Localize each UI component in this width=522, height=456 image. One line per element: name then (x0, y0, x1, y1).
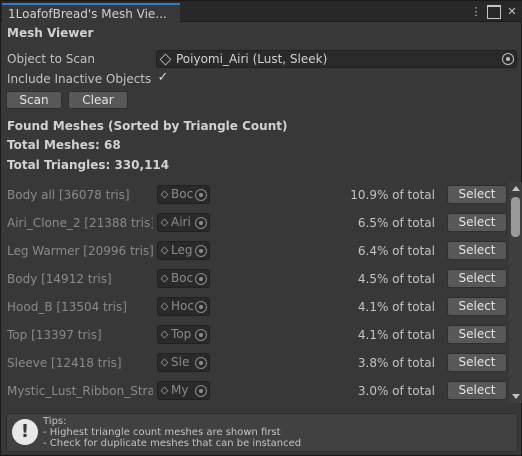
mesh-object-field[interactable]: Sle (157, 353, 210, 372)
object-picker-icon[interactable] (195, 357, 207, 369)
tips-help-box: ! Tips: - Highest triangle count meshes … (6, 413, 518, 452)
mesh-object-field[interactable]: Boc (157, 269, 210, 288)
scroll-down-icon[interactable] (512, 394, 520, 399)
list-item: Top [13397 tris] Top 4.1% of total Selec… (1, 322, 509, 350)
list-item: Body all [36078 tris] Boc 10.9% of total… (1, 182, 509, 210)
object-picker-icon[interactable] (195, 273, 207, 285)
mesh-name: Body all [36078 tris] (7, 188, 130, 202)
scroll-up-icon[interactable] (512, 186, 520, 191)
total-triangles-label: Total Triangles: 330,114 (7, 158, 170, 172)
mesh-object-field[interactable]: Airi (157, 213, 210, 232)
vertical-scrollbar[interactable] (509, 182, 522, 403)
window-controls: ⋮ ✕ (469, 4, 519, 20)
clear-button[interactable]: Clear (68, 91, 128, 109)
close-icon[interactable]: ✕ (505, 5, 519, 19)
object-picker-icon[interactable] (195, 385, 207, 397)
mesh-icon (160, 190, 169, 199)
mesh-object-field[interactable]: My (157, 381, 210, 400)
object-picker-icon[interactable] (195, 217, 207, 229)
tips-text: Tips: - Highest triangle count meshes ar… (43, 416, 301, 449)
tab-mesh-viewer[interactable]: 1LoafofBread's Mesh Vie... (2, 3, 180, 23)
mesh-name: Sleeve [12418 tris] (7, 356, 122, 370)
tips-title: Tips: (43, 416, 67, 427)
mesh-object-field[interactable]: Boc (157, 185, 210, 204)
mesh-percent: 6.4% of total (357, 244, 435, 258)
select-button[interactable]: Select (447, 381, 507, 400)
tab-strip: 1LoafofBread's Mesh Vie... ⋮ ✕ (1, 1, 522, 23)
select-button[interactable]: Select (447, 269, 507, 288)
list-item: Leg Warmer [20996 tris] Leg 6.4% of tota… (1, 238, 509, 266)
mesh-icon (160, 302, 169, 311)
select-button[interactable]: Select (447, 297, 507, 316)
mesh-name: Body [14912 tris] (7, 272, 112, 286)
mesh-object-field[interactable]: Hoc (157, 297, 210, 316)
total-meshes-label: Total Meshes: 68 (7, 138, 121, 152)
list-item: Airi_Clone_2 [21388 tris] Airi 6.5% of t… (1, 210, 509, 238)
object-to-scan-field[interactable]: Poiyomi_Airi (Lust, Sleek) (156, 50, 517, 68)
gameobject-icon (159, 53, 172, 65)
include-inactive-label: Include Inactive Objects (7, 72, 152, 86)
list-item: Mystic_Lust_Ribbon_Strap_ My 3.0% of tot… (1, 378, 509, 403)
scrollbar-thumb[interactable] (511, 197, 520, 237)
mesh-percent: 10.9% of total (350, 188, 435, 202)
mesh-percent: 4.1% of total (357, 328, 435, 342)
mesh-icon (160, 330, 169, 339)
mesh-icon (160, 386, 169, 395)
mesh-name: Airi_Clone_2 [21388 tris] (7, 216, 153, 230)
select-button[interactable]: Select (447, 325, 507, 344)
maximize-icon[interactable] (487, 5, 501, 19)
mesh-percent: 3.0% of total (357, 384, 435, 398)
mesh-list[interactable]: Body all [36078 tris] Boc 10.9% of total… (1, 182, 509, 403)
object-picker-icon[interactable] (502, 53, 514, 65)
mesh-viewer-window: 1LoafofBread's Mesh Vie... ⋮ ✕ Mesh View… (0, 0, 522, 456)
tip-line: - Highest triangle count meshes are show… (43, 427, 281, 438)
mesh-percent: 3.8% of total (357, 356, 435, 370)
mesh-percent: 4.5% of total (357, 272, 435, 286)
list-item: Hood_B [13504 tris] Hoc 4.1% of total Se… (1, 294, 509, 322)
page-title: Mesh Viewer (7, 26, 94, 40)
mesh-icon (160, 246, 169, 255)
object-to-scan-value: Poiyomi_Airi (Lust, Sleek) (176, 52, 328, 66)
object-picker-icon[interactable] (195, 301, 207, 313)
mesh-icon (160, 274, 169, 283)
tip-line: - Check for duplicate meshes that can be… (43, 438, 302, 449)
mesh-icon (160, 218, 169, 227)
object-to-scan-label: Object to Scan (7, 52, 95, 66)
mesh-percent: 6.5% of total (357, 216, 435, 230)
list-item: Body [14912 tris] Boc 4.5% of total Sele… (1, 266, 509, 294)
include-inactive-checkbox[interactable]: ✓ (156, 71, 170, 85)
mesh-object-field[interactable]: Top (157, 325, 210, 344)
select-button[interactable]: Select (447, 353, 507, 372)
select-button[interactable]: Select (447, 213, 507, 232)
object-picker-icon[interactable] (195, 189, 207, 201)
mesh-name: Mystic_Lust_Ribbon_Strap_ (7, 384, 153, 398)
menu-icon[interactable]: ⋮ (469, 5, 483, 19)
found-meshes-heading: Found Meshes (Sorted by Triangle Count) (7, 119, 288, 133)
mesh-percent: 4.1% of total (357, 300, 435, 314)
list-item: Sleeve [12418 tris] Sle 3.8% of total Se… (1, 350, 509, 378)
mesh-object-field[interactable]: Leg (157, 241, 210, 260)
select-button[interactable]: Select (447, 185, 507, 204)
mesh-name: Top [13397 tris] (7, 328, 102, 342)
scan-button[interactable]: Scan (6, 91, 62, 109)
object-picker-icon[interactable] (195, 245, 207, 257)
mesh-name: Hood_B [13504 tris] (7, 300, 127, 314)
object-picker-icon[interactable] (195, 329, 207, 341)
mesh-name: Leg Warmer [20996 tris] (7, 244, 153, 258)
mesh-icon (160, 358, 169, 367)
select-button[interactable]: Select (447, 241, 507, 260)
info-icon: ! (12, 419, 38, 445)
